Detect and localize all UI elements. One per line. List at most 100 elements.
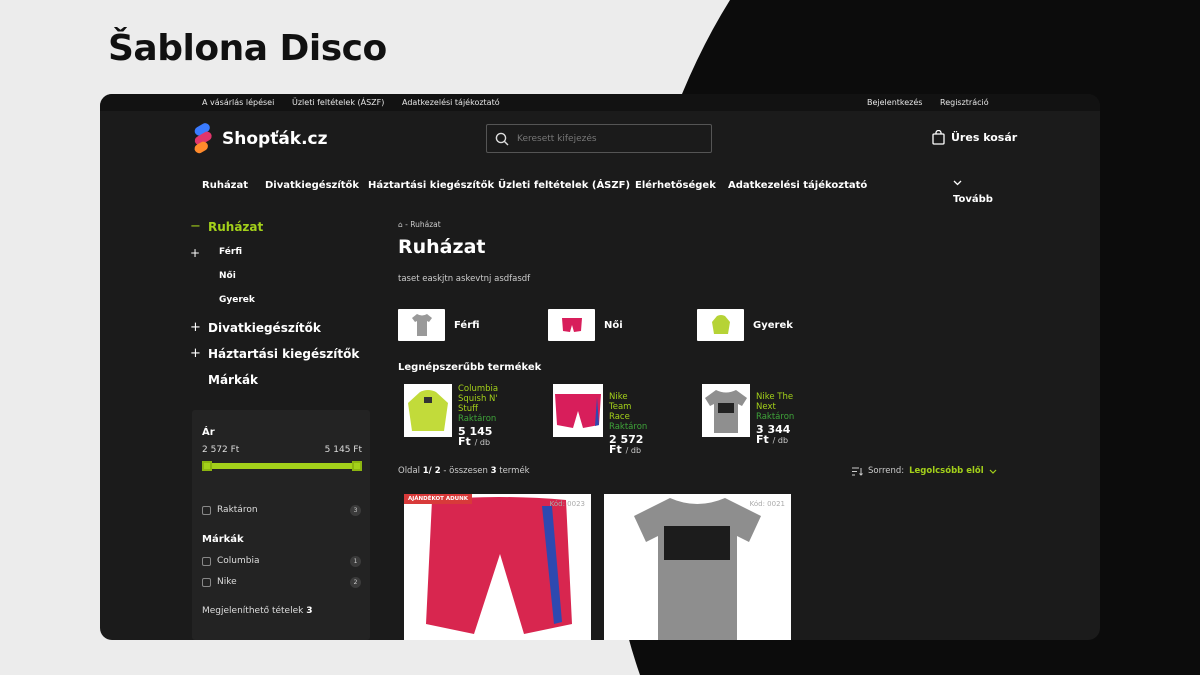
expand-icon: + bbox=[190, 320, 201, 335]
count-badge: 2 bbox=[350, 577, 361, 588]
tshirt-thumbnail bbox=[398, 309, 445, 341]
home-icon[interactable]: ⌂ bbox=[398, 220, 403, 229]
jacket-thumbnail bbox=[697, 309, 744, 341]
paging-prefix: Oldal bbox=[398, 466, 421, 476]
logo[interactable]: Shopťák.cz bbox=[190, 123, 328, 155]
price-unit: / db bbox=[625, 446, 642, 455]
sidebar-item-household[interactable]: + Háztartási kiegészítők bbox=[190, 343, 372, 369]
product-card[interactable]: Kód: 0021 bbox=[604, 494, 791, 640]
brand-checkbox-columbia[interactable]: Columbia bbox=[202, 556, 260, 566]
header: Shopťák.cz Üres kosár bbox=[100, 111, 1100, 166]
subcategory-kids[interactable]: Gyerek bbox=[697, 309, 793, 341]
subcategory-women[interactable]: Női bbox=[548, 309, 623, 341]
category-sidebar: − Ruházat + Férfi Női Gyerek + Divatkieg… bbox=[190, 216, 372, 395]
product-image[interactable] bbox=[702, 384, 750, 437]
shown-items: Megjeleníthető tételek 3 bbox=[202, 606, 312, 616]
paging-mid: - összesen bbox=[443, 466, 488, 476]
pagination-info: Oldal 1/ 2 - összesen 3 termék bbox=[398, 466, 530, 476]
paging-page: 1/ 2 bbox=[422, 466, 441, 476]
gift-badge: AJÁNDÉKOT ADUNK bbox=[404, 494, 472, 504]
brand-checkbox-nike[interactable]: Nike bbox=[202, 577, 237, 587]
slider-handle-min[interactable] bbox=[202, 461, 212, 471]
subcategory-label: Gyerek bbox=[753, 319, 793, 331]
search-box bbox=[486, 124, 712, 153]
sidebar-item-label: Márkák bbox=[208, 373, 259, 387]
nav-more-label: Tovább bbox=[953, 194, 993, 205]
product-name[interactable]: Nike The Next bbox=[756, 392, 799, 412]
popular-products-title: Legnépszerűbb termékek bbox=[398, 362, 542, 373]
product-code: Kód: 0023 bbox=[549, 500, 585, 508]
count-badge: 3 bbox=[350, 505, 361, 516]
product-image[interactable] bbox=[404, 384, 452, 437]
sort-value: Legolcsóbb elől bbox=[909, 466, 984, 476]
chevron-down-icon bbox=[953, 180, 962, 186]
nav-item-clothing[interactable]: Ruházat bbox=[202, 180, 248, 191]
nav-item-terms[interactable]: Üzleti feltételek (ÁSZF) bbox=[498, 180, 630, 191]
in-stock-checkbox[interactable]: Raktáron bbox=[202, 505, 258, 515]
product-card[interactable]: AJÁNDÉKOT ADUNK Kód: 0023 bbox=[404, 494, 591, 640]
product-price: 2 572 Ft / db bbox=[609, 434, 650, 456]
topbar-link-steps[interactable]: A vásárlás lépései bbox=[202, 98, 274, 107]
top-bar: A vásárlás lépései Üzleti feltételek (ÁS… bbox=[100, 94, 1100, 111]
topbar-link-privacy[interactable]: Adatkezelési tájékoztató bbox=[402, 98, 500, 107]
sidebar-sub-men[interactable]: + Férfi bbox=[190, 242, 372, 266]
login-link[interactable]: Bejelentkezés bbox=[867, 98, 922, 107]
product-name[interactable]: Nike Team Race bbox=[609, 392, 650, 422]
popular-product[interactable]: Columbia Squish N' Stuff Raktáron 5 145 … bbox=[404, 384, 503, 448]
logo-icon bbox=[194, 123, 212, 154]
search-icon bbox=[495, 132, 509, 145]
expand-icon: + bbox=[190, 346, 201, 361]
category-description: taset easkjtn askevtnj asdfasdf bbox=[398, 274, 531, 284]
promo-title: Šablona Disco bbox=[108, 28, 387, 69]
shorts-thumbnail bbox=[548, 309, 595, 341]
popular-product[interactable]: Nike The Next Raktáron 3 344 Ft / db bbox=[702, 384, 799, 446]
product-image bbox=[426, 497, 572, 634]
slider-track bbox=[202, 463, 362, 469]
page-title: Ruházat bbox=[398, 236, 486, 258]
nav-item-fashion-accessories[interactable]: Divatkiegészítők bbox=[265, 180, 359, 191]
product-price: 3 344 Ft / db bbox=[756, 424, 799, 446]
product-image[interactable] bbox=[553, 384, 603, 437]
cart-button[interactable]: Üres kosár bbox=[932, 130, 1017, 145]
sidebar-item-brands[interactable]: Márkák bbox=[190, 369, 372, 395]
subcategory-label: Férfi bbox=[454, 319, 480, 331]
register-link[interactable]: Regisztráció bbox=[940, 98, 989, 107]
nav-item-household[interactable]: Háztartási kiegészítők bbox=[368, 180, 494, 191]
product-name-line2[interactable]: Squish N' Stuff bbox=[458, 394, 503, 414]
sidebar-item-label: Háztartási kiegészítők bbox=[208, 347, 360, 361]
product-image bbox=[634, 498, 761, 640]
expand-icon: + bbox=[190, 246, 201, 260]
checkbox-box bbox=[202, 577, 211, 587]
brands-filter-title: Márkák bbox=[202, 534, 244, 545]
price-slider[interactable] bbox=[202, 461, 362, 471]
search-input[interactable] bbox=[517, 133, 697, 144]
shopping-bag-icon bbox=[932, 130, 945, 145]
paging-suffix: termék bbox=[499, 466, 530, 476]
nav-item-privacy[interactable]: Adatkezelési tájékoztató bbox=[728, 180, 867, 191]
sidebar-item-fashion-accessories[interactable]: + Divatkiegészítők bbox=[190, 317, 372, 343]
nav-more-button[interactable]: Tovább bbox=[953, 180, 993, 205]
slider-handle-max[interactable] bbox=[352, 461, 362, 471]
sidebar-item-clothing[interactable]: − Ruházat bbox=[190, 216, 372, 242]
breadcrumb-current: - Ruházat bbox=[405, 220, 441, 229]
price-filter-title: Ár bbox=[202, 427, 215, 438]
sidebar-sub-kids[interactable]: Gyerek bbox=[190, 290, 372, 314]
sort-dropdown[interactable]: Sorrend: Legolcsóbb elől bbox=[852, 466, 997, 476]
sidebar-sub-women[interactable]: Női bbox=[190, 266, 372, 290]
breadcrumb: ⌂ - Ruházat bbox=[398, 220, 441, 229]
shown-items-label: Megjeleníthető tételek bbox=[202, 606, 304, 616]
stock-status: Raktáron bbox=[756, 412, 795, 422]
product-name[interactable]: Columbia bbox=[458, 384, 503, 394]
topbar-link-terms[interactable]: Üzleti feltételek (ÁSZF) bbox=[292, 98, 384, 107]
shown-items-count: 3 bbox=[306, 606, 313, 616]
price-min: 2 572 Ft bbox=[202, 445, 240, 455]
sidebar-item-label: Ruházat bbox=[208, 220, 264, 234]
price-unit: / db bbox=[772, 436, 789, 445]
popular-product[interactable]: Nike Team Race Raktáron 2 572 Ft / db bbox=[553, 384, 650, 456]
filter-panel: Ár 2 572 Ft 5 145 Ft Raktáron 3 Márkák C… bbox=[192, 410, 370, 640]
checkbox-label: Nike bbox=[217, 577, 237, 587]
subcategory-men[interactable]: Férfi bbox=[398, 309, 480, 341]
stock-status: Raktáron bbox=[458, 414, 497, 424]
nav-item-contact[interactable]: Elérhetőségek bbox=[635, 180, 716, 191]
checkbox-label: Columbia bbox=[217, 556, 260, 566]
